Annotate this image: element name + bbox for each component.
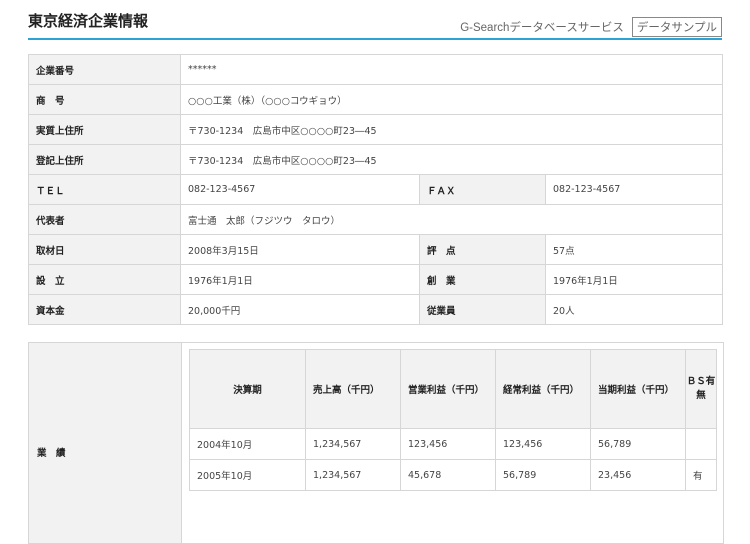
performance-section: 業 績 決算期 売上高（千円） 営業利益（千円） 経常利益（千円） 当期利益（千… bbox=[28, 342, 724, 544]
capital-value: 20,000千円 bbox=[180, 294, 420, 325]
reg-address-value: 〒730-1234 広島市中区○○○○町23―45 bbox=[180, 144, 723, 175]
reg-address-label: 登記上住所 bbox=[28, 144, 181, 175]
founded-value: 1976年1月1日 bbox=[545, 264, 723, 295]
table-row: 2005年10月 1,234,567 45,678 56,789 23,456 … bbox=[189, 459, 717, 491]
interview-value: 2008年3月15日 bbox=[180, 234, 420, 265]
row-capital-employees: 資本金 20,000千円 従業員 20人 bbox=[28, 294, 723, 325]
capital-label: 資本金 bbox=[28, 294, 181, 325]
row-representative: 代表者 富士通 太郎（フジツウ タロウ） bbox=[28, 204, 723, 235]
col-fiscal-period: 決算期 bbox=[189, 349, 306, 429]
name-label: 商 号 bbox=[28, 84, 181, 115]
row-company-no: 企業番号 ****** bbox=[28, 54, 723, 85]
rep-label: 代表者 bbox=[28, 204, 181, 235]
employees-label: 従業員 bbox=[419, 294, 546, 325]
row-tel-fax: ＴＥＬ 082-123-4567 ＦＡＸ 082-123-4567 bbox=[28, 174, 723, 205]
row-reg-address: 登記上住所 〒730-1234 広島市中区○○○○町23―45 bbox=[28, 144, 723, 175]
company-info-table: 企業番号 ****** 商 号 ○○○工業（株）（○○○コウギョウ） 実質上住所… bbox=[28, 54, 723, 325]
performance-table: 決算期 売上高（千円） 営業利益（千円） 経常利益（千円） 当期利益（千円） Ｂ… bbox=[189, 349, 717, 491]
data-sample-badge: データサンプル bbox=[631, 17, 722, 37]
score-label: 評 点 bbox=[419, 234, 546, 265]
tel-label: ＴＥＬ bbox=[28, 174, 181, 205]
fax-label: ＦＡＸ bbox=[419, 174, 546, 205]
page-header: 東京経済企業情報 G-Searchデータベースサービス データサンプル bbox=[28, 0, 722, 40]
col-ordinary-profit: 経常利益（千円） bbox=[495, 349, 591, 429]
page-title: 東京経済企業情報 bbox=[28, 12, 149, 30]
cell-ordinary-profit: 123,456 bbox=[495, 428, 591, 460]
real-address-value: 〒730-1234 広島市中区○○○○町23―45 bbox=[180, 114, 723, 145]
cell-bs: 有 bbox=[685, 459, 717, 491]
row-real-address: 実質上住所 〒730-1234 広島市中区○○○○町23―45 bbox=[28, 114, 723, 145]
cell-fiscal-period: 2004年10月 bbox=[189, 428, 306, 460]
row-interview-score: 取材日 2008年3月15日 評 点 57点 bbox=[28, 234, 723, 265]
cell-ordinary-profit: 56,789 bbox=[495, 459, 591, 491]
service-name: G-Searchデータベースサービス bbox=[460, 22, 624, 34]
company-no-label: 企業番号 bbox=[28, 54, 181, 85]
founded-label: 創 業 bbox=[419, 264, 546, 295]
col-net-profit: 当期利益（千円） bbox=[590, 349, 686, 429]
performance-label-cell: 業 績 bbox=[29, 343, 182, 543]
cell-sales: 1,234,567 bbox=[305, 428, 401, 460]
name-value: ○○○工業（株）（○○○コウギョウ） bbox=[180, 84, 723, 115]
cell-net-profit: 56,789 bbox=[590, 428, 686, 460]
row-name: 商 号 ○○○工業（株）（○○○コウギョウ） bbox=[28, 84, 723, 115]
cell-sales: 1,234,567 bbox=[305, 459, 401, 491]
fax-value: 082-123-4567 bbox=[545, 174, 723, 205]
company-no-value: ****** bbox=[180, 54, 723, 85]
cell-operating-profit: 123,456 bbox=[400, 428, 496, 460]
table-row: 2004年10月 1,234,567 123,456 123,456 56,78… bbox=[189, 428, 717, 460]
row-established-founded: 設 立 1976年1月1日 創 業 1976年1月1日 bbox=[28, 264, 723, 295]
interview-label: 取材日 bbox=[28, 234, 181, 265]
cell-operating-profit: 45,678 bbox=[400, 459, 496, 491]
performance-header-row: 決算期 売上高（千円） 営業利益（千円） 経常利益（千円） 当期利益（千円） Ｂ… bbox=[189, 349, 717, 429]
header-right: G-Searchデータベースサービス データサンプル bbox=[460, 17, 722, 37]
cell-fiscal-period: 2005年10月 bbox=[189, 459, 306, 491]
real-address-label: 実質上住所 bbox=[28, 114, 181, 145]
established-label: 設 立 bbox=[28, 264, 181, 295]
rep-value: 富士通 太郎（フジツウ タロウ） bbox=[180, 204, 723, 235]
score-value: 57点 bbox=[545, 234, 723, 265]
col-bs: ＢＳ有無 bbox=[685, 349, 717, 429]
cell-bs bbox=[685, 428, 717, 460]
performance-label: 業 績 bbox=[37, 448, 66, 459]
employees-value: 20人 bbox=[545, 294, 723, 325]
established-value: 1976年1月1日 bbox=[180, 264, 420, 295]
tel-value: 082-123-4567 bbox=[180, 174, 420, 205]
cell-net-profit: 23,456 bbox=[590, 459, 686, 491]
col-operating-profit: 営業利益（千円） bbox=[400, 349, 496, 429]
col-sales: 売上高（千円） bbox=[305, 349, 401, 429]
